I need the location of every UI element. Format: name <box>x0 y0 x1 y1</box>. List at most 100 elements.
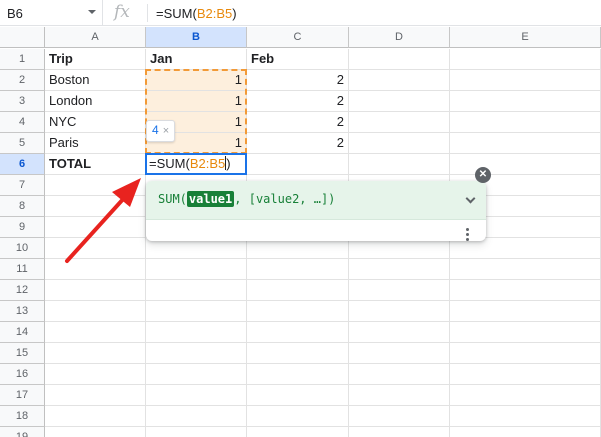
cell-d18[interactable] <box>349 406 450 427</box>
cell-b3[interactable]: 1 <box>146 91 247 112</box>
cell-e15[interactable] <box>450 343 601 364</box>
cell-e1[interactable] <box>450 49 601 70</box>
row-header-2[interactable]: 2 <box>0 70 45 91</box>
cell-d11[interactable] <box>349 259 450 280</box>
cell-b15[interactable] <box>146 343 247 364</box>
cell-d6[interactable] <box>349 154 450 175</box>
cell-a15[interactable] <box>45 343 146 364</box>
formula-input[interactable]: =SUM(B2:B5) <box>156 6 237 21</box>
column-header-a[interactable]: A <box>45 27 146 48</box>
cell-b1[interactable]: Jan <box>146 49 247 70</box>
cell-c18[interactable] <box>247 406 349 427</box>
row-header-8[interactable]: 8 <box>0 196 45 217</box>
cell-a14[interactable] <box>45 322 146 343</box>
column-header-c[interactable]: C <box>247 27 349 48</box>
cell-c6[interactable] <box>247 154 349 175</box>
row-header-7[interactable]: 7 <box>0 175 45 196</box>
cell-e13[interactable] <box>450 301 601 322</box>
cell-e6[interactable] <box>450 154 601 175</box>
range-count-chip[interactable]: 4 × <box>146 120 176 142</box>
cell-a12[interactable] <box>45 280 146 301</box>
row-header-11[interactable]: 11 <box>0 259 45 280</box>
close-icon[interactable]: × <box>163 125 169 137</box>
cell-d15[interactable] <box>349 343 450 364</box>
cell-a5[interactable]: Paris <box>45 133 146 154</box>
cell-c17[interactable] <box>247 385 349 406</box>
cell-a13[interactable] <box>45 301 146 322</box>
cell-c14[interactable] <box>247 322 349 343</box>
row-header-10[interactable]: 10 <box>0 238 45 259</box>
row-header-9[interactable]: 9 <box>0 217 45 238</box>
select-all-corner[interactable] <box>0 27 45 48</box>
row-header-19[interactable]: 19 <box>0 427 45 437</box>
cell-c2[interactable]: 2 <box>247 70 349 91</box>
cell-d16[interactable] <box>349 364 450 385</box>
cell-e4[interactable] <box>450 112 601 133</box>
row-header-13[interactable]: 13 <box>0 301 45 322</box>
row-header-1[interactable]: 1 <box>0 49 45 70</box>
cell-c4[interactable]: 2 <box>247 112 349 133</box>
cell-c12[interactable] <box>247 280 349 301</box>
column-header-d[interactable]: D <box>349 27 450 48</box>
cell-b10[interactable] <box>146 238 247 259</box>
cell-e18[interactable] <box>450 406 601 427</box>
cell-e16[interactable] <box>450 364 601 385</box>
row-header-5[interactable]: 5 <box>0 133 45 154</box>
cell-d13[interactable] <box>349 301 450 322</box>
cell-a18[interactable] <box>45 406 146 427</box>
cell-d19[interactable] <box>349 427 450 437</box>
cell-e2[interactable] <box>450 70 601 91</box>
cell-a4[interactable]: NYC <box>45 112 146 133</box>
cell-b19[interactable] <box>146 427 247 437</box>
cell-b13[interactable] <box>146 301 247 322</box>
cell-c3[interactable]: 2 <box>247 91 349 112</box>
row-header-15[interactable]: 15 <box>0 343 45 364</box>
cell-b2[interactable]: 1 <box>146 70 247 91</box>
cell-b14[interactable] <box>146 322 247 343</box>
cell-a1[interactable]: Trip <box>45 49 146 70</box>
cell-a19[interactable] <box>45 427 146 437</box>
row-header-16[interactable]: 16 <box>0 364 45 385</box>
cell-d17[interactable] <box>349 385 450 406</box>
row-header-18[interactable]: 18 <box>0 406 45 427</box>
cell-e5[interactable] <box>450 133 601 154</box>
column-header-b[interactable]: B <box>146 27 247 48</box>
cell-a10[interactable] <box>45 238 146 259</box>
chevron-down-icon[interactable] <box>88 10 96 14</box>
cell-e10[interactable] <box>450 238 601 259</box>
formula-help-header[interactable]: SUM(value1, [value2, …]) <box>146 181 486 220</box>
row-header-3[interactable]: 3 <box>0 91 45 112</box>
expand-chevron-icon[interactable] <box>465 193 476 204</box>
cell-b17[interactable] <box>146 385 247 406</box>
cell-a16[interactable] <box>45 364 146 385</box>
row-header-12[interactable]: 12 <box>0 280 45 301</box>
cell-a11[interactable] <box>45 259 146 280</box>
cell-e19[interactable] <box>450 427 601 437</box>
cell-c16[interactable] <box>247 364 349 385</box>
cell-d12[interactable] <box>349 280 450 301</box>
cell-b12[interactable] <box>146 280 247 301</box>
column-header-e[interactable]: E <box>450 27 601 48</box>
cell-e3[interactable] <box>450 91 601 112</box>
row-header-4[interactable]: 4 <box>0 112 45 133</box>
name-box[interactable]: B6 <box>0 0 103 26</box>
cell-a8[interactable] <box>45 196 146 217</box>
cell-b11[interactable] <box>146 259 247 280</box>
cell-c11[interactable] <box>247 259 349 280</box>
cell-e12[interactable] <box>450 280 601 301</box>
cell-a7[interactable] <box>45 175 146 196</box>
active-cell-editor[interactable]: =SUM(B2:B5) <box>145 153 247 175</box>
cell-b18[interactable] <box>146 406 247 427</box>
cell-c10[interactable] <box>247 238 349 259</box>
close-help-button[interactable]: ✕ <box>475 167 491 183</box>
cell-e14[interactable] <box>450 322 601 343</box>
cell-b16[interactable] <box>146 364 247 385</box>
more-options-icon[interactable] <box>466 228 469 243</box>
row-header-6[interactable]: 6 <box>0 154 45 175</box>
cell-d14[interactable] <box>349 322 450 343</box>
row-header-14[interactable]: 14 <box>0 322 45 343</box>
cell-d5[interactable] <box>349 133 450 154</box>
cell-c1[interactable]: Feb <box>247 49 349 70</box>
cell-a3[interactable]: London <box>45 91 146 112</box>
cell-d4[interactable] <box>349 112 450 133</box>
